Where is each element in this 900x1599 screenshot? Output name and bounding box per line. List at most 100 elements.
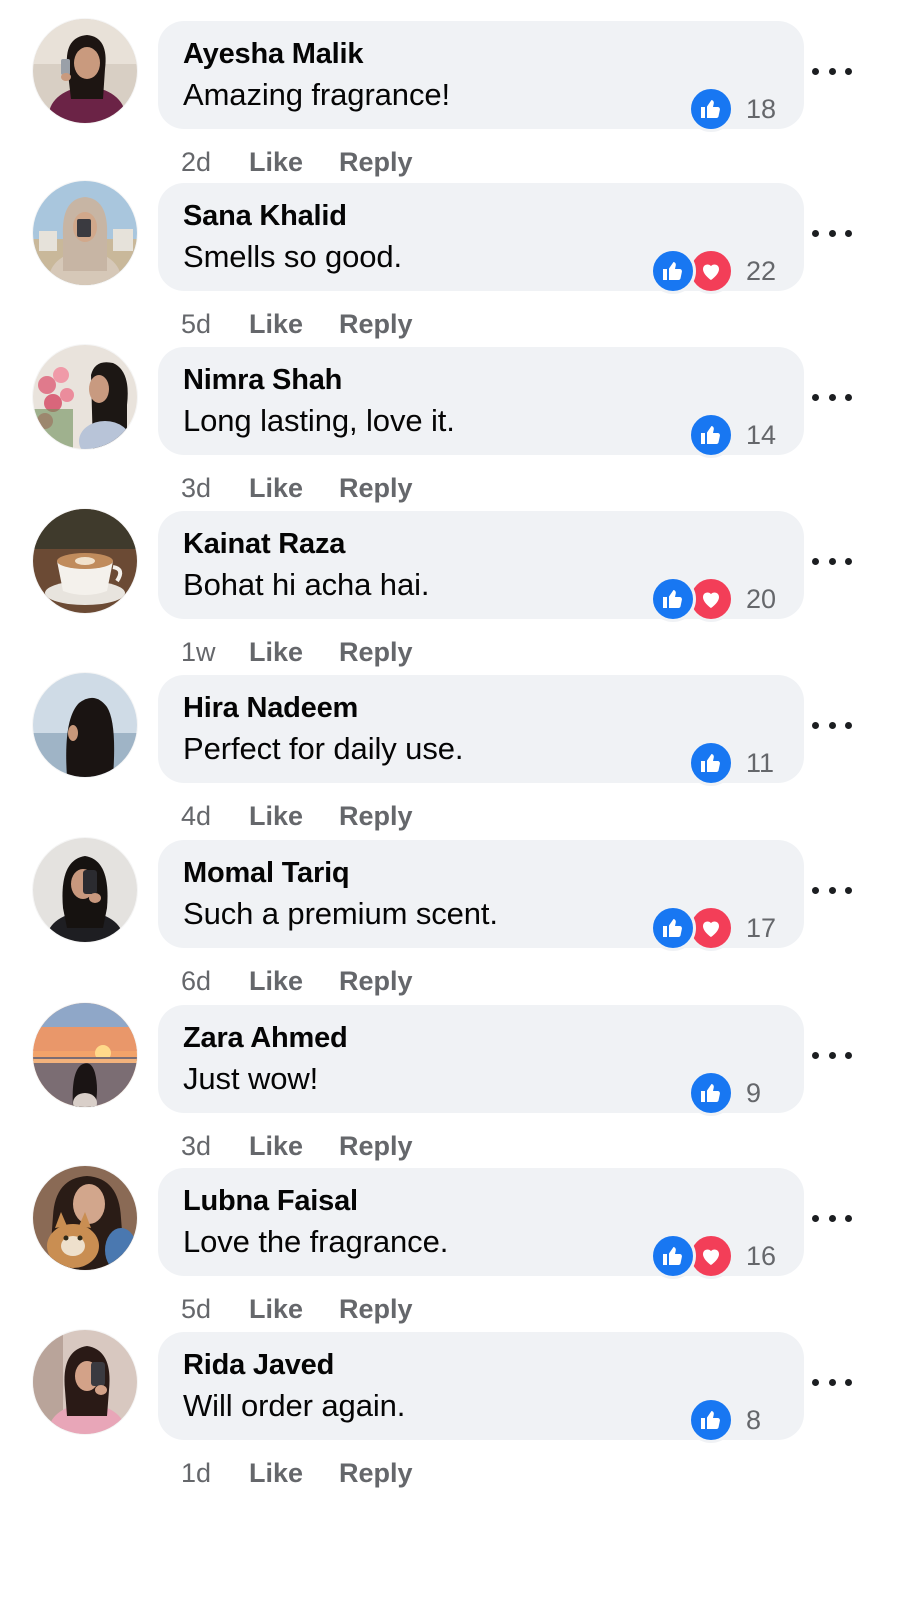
comment-bubble: Rida Javed Will order again. 8: [158, 1332, 804, 1443]
reply-button[interactable]: Reply: [339, 966, 413, 997]
like-button[interactable]: Like: [249, 966, 303, 997]
avatar[interactable]: [33, 673, 137, 777]
more-options-icon[interactable]: [812, 385, 852, 409]
avatar[interactable]: [33, 1003, 137, 1107]
reply-button[interactable]: Reply: [339, 637, 413, 668]
comment-item: Zara Ahmed Just wow! 9 3d Like Reply: [0, 1003, 900, 1167]
comment-time[interactable]: 6d: [181, 966, 249, 997]
author-name[interactable]: Lubna Faisal: [183, 1185, 358, 1218]
reactions-summary[interactable]: 22: [650, 248, 778, 294]
comment-time[interactable]: 1w: [181, 637, 249, 668]
thumbs-up-icon: [688, 86, 734, 132]
comment-item: Lubna Faisal Love the fragrance. 16 5d L…: [0, 1166, 900, 1330]
reply-button[interactable]: Reply: [339, 147, 413, 178]
comment-bubble: Lubna Faisal Love the fragrance. 16: [158, 1168, 804, 1279]
thumbs-up-icon: [650, 248, 696, 294]
comment-text: Amazing fragrance!: [183, 77, 450, 112]
comment-time[interactable]: 5d: [181, 1294, 249, 1325]
more-options-icon[interactable]: [812, 59, 852, 83]
reactions-summary[interactable]: 16: [650, 1233, 778, 1279]
comment-actions: 4d Like Reply: [181, 801, 449, 832]
reaction-count: 11: [746, 747, 775, 778]
author-name[interactable]: Hira Nadeem: [183, 692, 358, 725]
more-options-icon[interactable]: [812, 1206, 852, 1230]
reply-button[interactable]: Reply: [339, 473, 413, 504]
like-button[interactable]: Like: [249, 473, 303, 504]
reaction-count: 17: [746, 912, 777, 943]
comment-actions: 1w Like Reply: [181, 637, 449, 668]
author-name[interactable]: Kainat Raza: [183, 528, 345, 561]
thumbs-up-icon: [688, 1397, 734, 1443]
comment-time[interactable]: 5d: [181, 309, 249, 340]
reply-button[interactable]: Reply: [339, 1294, 413, 1325]
comment-item: Rida Javed Will order again. 8 1d Like R…: [0, 1330, 900, 1494]
comment-bubble: Ayesha Malik Amazing fragrance! 18: [158, 21, 804, 132]
comment-time[interactable]: 3d: [181, 1131, 249, 1162]
avatar[interactable]: [33, 1166, 137, 1270]
more-options-icon[interactable]: [812, 221, 852, 245]
comment-time[interactable]: 1d: [181, 1458, 249, 1489]
reactions-summary[interactable]: 11: [688, 740, 778, 786]
like-button[interactable]: Like: [249, 147, 303, 178]
comment-item: Ayesha Malik Amazing fragrance! 18 2d Li…: [0, 19, 900, 183]
avatar[interactable]: [33, 19, 137, 123]
reactions-summary[interactable]: 18: [688, 86, 778, 132]
comment-time[interactable]: 4d: [181, 801, 249, 832]
more-options-icon[interactable]: [812, 1370, 852, 1394]
avatar[interactable]: [33, 1330, 137, 1434]
author-name[interactable]: Rida Javed: [183, 1349, 334, 1382]
reply-button[interactable]: Reply: [339, 1131, 413, 1162]
like-button[interactable]: Like: [249, 1131, 303, 1162]
reply-button[interactable]: Reply: [339, 801, 413, 832]
reactions-summary[interactable]: 14: [688, 412, 778, 458]
comment-actions: 3d Like Reply: [181, 1131, 449, 1162]
reaction-count: 16: [746, 1240, 777, 1271]
avatar[interactable]: [33, 345, 137, 449]
reaction-count: 14: [746, 419, 777, 450]
comment-bubble: Zara Ahmed Just wow! 9: [158, 1005, 804, 1116]
comment-item: Momal Tariq Such a premium scent. 17 6d …: [0, 838, 900, 1002]
reactions-summary[interactable]: 17: [650, 905, 778, 951]
comment-text: Long lasting, love it.: [183, 403, 455, 438]
comment-text: Perfect for daily use.: [183, 731, 464, 766]
thumbs-up-icon: [688, 1070, 734, 1116]
more-options-icon[interactable]: [812, 549, 852, 573]
like-button[interactable]: Like: [249, 1458, 303, 1489]
more-options-icon[interactable]: [812, 713, 852, 737]
author-name[interactable]: Ayesha Malik: [183, 38, 363, 71]
reply-button[interactable]: Reply: [339, 309, 413, 340]
reactions-summary[interactable]: 9: [688, 1070, 778, 1116]
comment-item: Kainat Raza Bohat hi acha hai. 20 1w Lik…: [0, 509, 900, 673]
more-options-icon[interactable]: [812, 1043, 852, 1067]
avatar[interactable]: [33, 509, 137, 613]
avatar[interactable]: [33, 838, 137, 942]
comment-bubble: Momal Tariq Such a premium scent. 17: [158, 840, 804, 951]
comment-time[interactable]: 2d: [181, 147, 249, 178]
more-options-icon[interactable]: [812, 878, 852, 902]
comment-text: Bohat hi acha hai.: [183, 567, 430, 602]
author-name[interactable]: Zara Ahmed: [183, 1022, 348, 1055]
thumbs-up-icon: [650, 1233, 696, 1279]
comment-text: Will order again.: [183, 1388, 406, 1423]
like-button[interactable]: Like: [249, 309, 303, 340]
reaction-count: 20: [746, 583, 777, 614]
like-button[interactable]: Like: [249, 637, 303, 668]
author-name[interactable]: Nimra Shah: [183, 364, 342, 397]
reply-button[interactable]: Reply: [339, 1458, 413, 1489]
avatar[interactable]: [33, 181, 137, 285]
author-name[interactable]: Sana Khalid: [183, 200, 347, 233]
comment-actions: 2d Like Reply: [181, 147, 449, 178]
reaction-count: 22: [746, 255, 777, 286]
reactions-summary[interactable]: 8: [688, 1397, 778, 1443]
comment-actions: 3d Like Reply: [181, 473, 449, 504]
reactions-summary[interactable]: 20: [650, 576, 778, 622]
reaction-count: 9: [746, 1077, 762, 1108]
like-button[interactable]: Like: [249, 801, 303, 832]
thumbs-up-icon: [650, 576, 696, 622]
thumbs-up-icon: [688, 412, 734, 458]
reaction-count: 18: [746, 93, 777, 124]
author-name[interactable]: Momal Tariq: [183, 857, 350, 890]
comment-time[interactable]: 3d: [181, 473, 249, 504]
comment-text: Smells so good.: [183, 239, 403, 274]
like-button[interactable]: Like: [249, 1294, 303, 1325]
